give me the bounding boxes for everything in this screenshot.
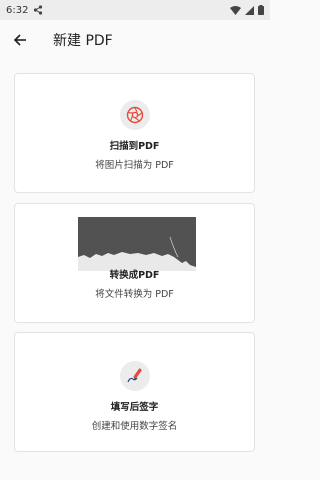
- back-arrow-icon: [13, 34, 26, 46]
- card-title: 填写后签字: [110, 402, 159, 413]
- back-button[interactable]: [0, 20, 40, 60]
- document-thumbnail: [78, 217, 196, 271]
- scan-to-pdf-card[interactable]: 扫描到PDF 将图片扫描为 PDF: [14, 73, 255, 193]
- battery-icon: [258, 5, 264, 15]
- card-subtitle: 将图片扫描为 PDF: [95, 160, 174, 171]
- card-subtitle: 创建和使用数字签名: [91, 421, 178, 432]
- page-title: 新建 PDF: [53, 33, 113, 49]
- status-time: 6:32: [6, 4, 29, 16]
- share-icon: [34, 5, 43, 15]
- wifi-icon: [230, 5, 241, 15]
- status-icons: [230, 5, 264, 15]
- signal-icon: [245, 5, 254, 15]
- fill-and-sign-card[interactable]: 填写后签字 创建和使用数字签名: [14, 332, 255, 452]
- card-title: 转换成PDF: [109, 270, 160, 281]
- card-title: 扫描到PDF: [109, 141, 160, 152]
- status-bar: 6:32: [0, 0, 270, 20]
- card-subtitle: 将文件转换为 PDF: [95, 289, 174, 300]
- shutter-icon: [119, 100, 150, 130]
- app-bar: 新建 PDF: [0, 20, 270, 60]
- pen-sign-icon: [119, 361, 150, 391]
- convert-to-pdf-card[interactable]: 转换成PDF 将文件转换为 PDF: [14, 203, 255, 323]
